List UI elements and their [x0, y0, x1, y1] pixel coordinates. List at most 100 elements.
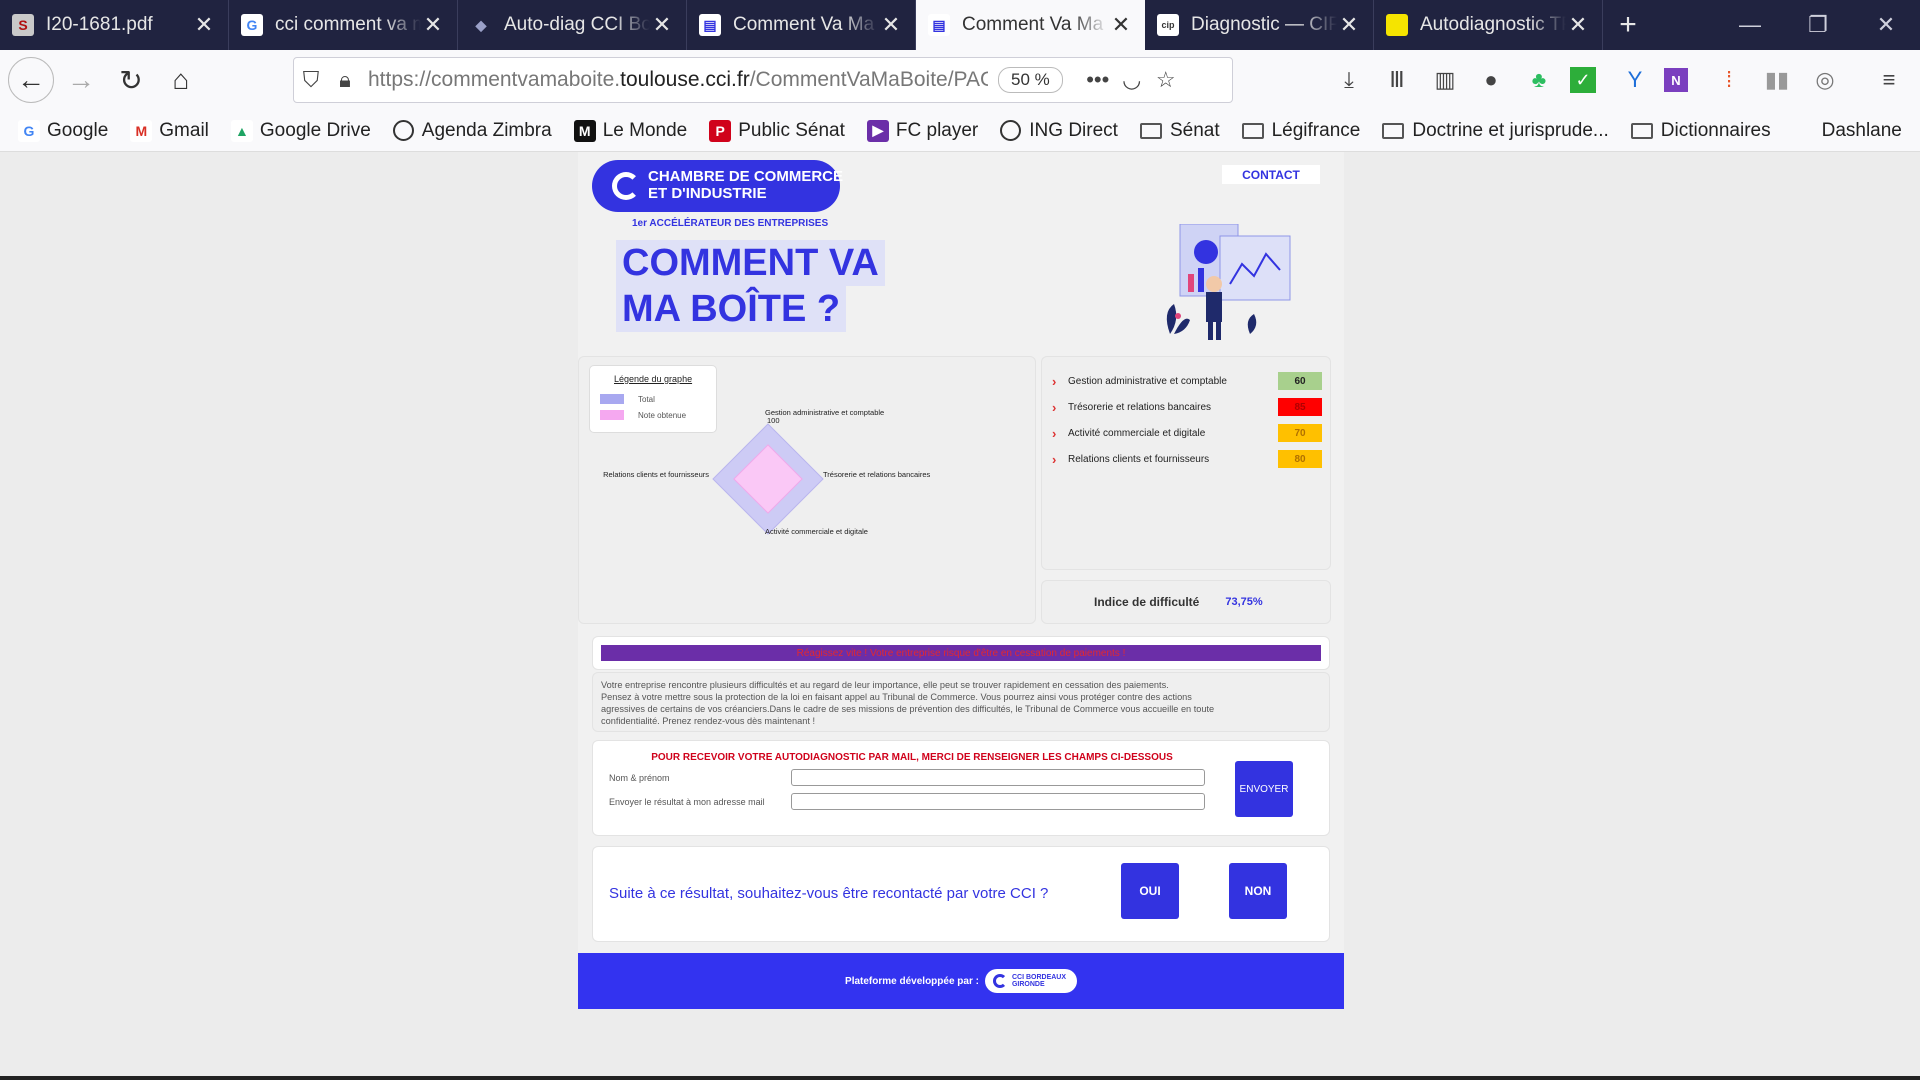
window-bottom-border — [0, 1076, 1920, 1080]
publicsenat-icon: P — [709, 119, 732, 142]
bookmark-item[interactable]: ▲ Google Drive — [230, 119, 371, 142]
tab-bar: SI20-1681.pdf✕Gcci comment va ma boîte✕◆… — [0, 0, 1920, 50]
menu-icon[interactable]: ≡ — [1872, 63, 1906, 97]
bookmark-item[interactable]: Agenda Zimbra — [392, 120, 552, 142]
email-form-card: POUR RECEVOIR VOTRE AUTODIAGNOSTIC PAR M… — [592, 740, 1330, 836]
back-button[interactable]: ← — [8, 57, 54, 103]
extension-icon[interactable]: ◎ — [1808, 63, 1842, 97]
forward-button[interactable]: → — [58, 57, 104, 103]
cci-logo[interactable]: CHAMBRE DE COMMERCE ET D'INDUSTRIE 1er A… — [592, 160, 843, 232]
bookmark-item[interactable]: Légifrance — [1241, 120, 1360, 142]
name-input[interactable] — [791, 769, 1205, 786]
no-button[interactable]: NON — [1229, 863, 1287, 919]
bookmark-label: FC player — [895, 119, 979, 141]
footer-logo-line1: CCI BORDEAUX — [1011, 974, 1067, 981]
url-bar[interactable]: ⛉ 🔒︎ https://commentvamaboite.toulouse.c… — [293, 57, 1233, 103]
shield-icon[interactable]: ⛉ — [294, 67, 328, 93]
lock-icon[interactable]: 🔒︎ — [328, 67, 362, 93]
bookmark-item[interactable]: ING Direct — [1000, 120, 1118, 142]
more-actions-icon[interactable]: ••• — [1081, 67, 1115, 93]
tab-3[interactable]: ▤ Comment Va Ma Boîte✕ — [687, 0, 916, 50]
minimize-icon[interactable]: — — [1716, 0, 1784, 50]
home-button[interactable]: ⌂ — [158, 57, 204, 103]
footer-logo-line2: GIRONDE — [1011, 981, 1045, 988]
tab-strip: SI20-1681.pdf✕Gcci comment va ma boîte✕◆… — [0, 0, 1603, 50]
y-extension-icon[interactable]: Y — [1618, 63, 1652, 97]
pocket-icon[interactable]: ◡ — [1115, 67, 1149, 93]
tab-5[interactable]: cip Diagnostic — CIP ✕ — [1145, 0, 1374, 50]
bookmark-item[interactable]: Doctrine et jurisprude... — [1382, 120, 1609, 142]
globe-icon — [392, 120, 414, 141]
fcplayer-icon: ▶ — [866, 119, 889, 142]
globe-icon — [1000, 120, 1022, 141]
url-text[interactable]: https://commentvamaboite.toulouse.cci.fr… — [368, 68, 988, 92]
tab-4[interactable]: ▤ Comment Va Ma Boîte✕ — [916, 0, 1145, 50]
tab-close-icon[interactable]: ✕ — [1109, 12, 1133, 38]
axis-label-tresorerie: Trésorerie et relations bancaires — [823, 470, 931, 479]
zoom-level[interactable]: 50 % — [998, 67, 1063, 93]
tab-close-icon[interactable]: ✕ — [421, 12, 445, 38]
tab-0[interactable]: S I20-1681.pdf ✕ — [0, 0, 229, 50]
tab-close-icon[interactable]: ✕ — [1337, 12, 1361, 38]
new-tab-button[interactable]: + — [1603, 0, 1653, 50]
logo-tagline: 1er ACCÉLÉRATEUR DES ENTREPRISES — [632, 218, 829, 229]
bookmark-star-icon[interactable]: ☆ — [1149, 67, 1183, 93]
reload-button[interactable]: ↻ — [108, 57, 154, 103]
dashboard-illustration — [1166, 224, 1291, 340]
score-row: › Gestion administrative et comptable 60 — [1052, 369, 1322, 393]
download-icon[interactable]: ⤓ — [1332, 63, 1366, 97]
tab-title: I20-1681.pdf — [46, 14, 153, 35]
bookmark-item[interactable]: M Gmail — [130, 119, 209, 142]
dashlane-icon — [1792, 119, 1815, 142]
tab-2[interactable]: ◆ Auto-diag CCI Bordeaux✕ — [458, 0, 687, 50]
drive-icon: ▲ — [230, 119, 253, 142]
score-label: Activité commerciale et digitale — [1068, 427, 1206, 439]
message-card: Votre entreprise rencontre plusieurs dif… — [592, 672, 1330, 732]
score-row: › Trésorerie et relations bancaires 85 — [1052, 395, 1322, 419]
chevron-right-icon: › — [1052, 399, 1057, 415]
cci-c-icon — [992, 974, 1007, 988]
bookmark-item[interactable]: P Public Sénat — [709, 119, 845, 142]
tab-favicon-icon: G — [241, 14, 263, 36]
sidebar-icon[interactable]: ▥ — [1428, 63, 1462, 97]
tab-close-icon[interactable]: ✕ — [879, 12, 903, 38]
tab-close-icon[interactable]: ✕ — [1566, 12, 1590, 38]
bookmark-item[interactable]: M Le Monde — [573, 119, 687, 142]
cci-bordeaux-logo[interactable]: CCI BORDEAUX GIRONDE — [984, 969, 1077, 993]
library-icon[interactable]: Ⅲ — [1380, 63, 1414, 97]
axis-label-gestion: Gestion administrative et comptable — [765, 408, 884, 417]
folder-icon — [1241, 122, 1264, 139]
bookmark-item[interactable]: Sénat — [1139, 120, 1220, 142]
tab-close-icon[interactable]: ✕ — [650, 12, 674, 38]
tab-favicon-icon: S — [12, 14, 34, 36]
yes-button[interactable]: OUI — [1121, 863, 1179, 919]
message-line: Votre entreprise rencontre plusieurs dif… — [601, 680, 1169, 690]
send-button[interactable]: ENVOYER — [1235, 761, 1293, 817]
page-title: COMMENT VA MA BOÎTE ? — [616, 240, 885, 332]
tab-favicon-icon — [1386, 14, 1408, 36]
tab-1[interactable]: Gcci comment va ma boîte✕ — [229, 0, 458, 50]
account-icon[interactable]: ● — [1474, 63, 1508, 97]
bookmark-item[interactable]: Dictionnaires — [1630, 120, 1771, 142]
close-window-icon[interactable]: ✕ — [1852, 0, 1920, 50]
folder-icon — [1139, 122, 1162, 139]
onenote-icon[interactable]: N — [1664, 68, 1688, 92]
bookmark-item[interactable]: Dashlane — [1792, 119, 1902, 142]
tab-6[interactable]: Autodiagnostic TPE✕ — [1374, 0, 1603, 50]
score-label: Gestion administrative et comptable — [1068, 375, 1227, 387]
evernote-icon[interactable]: ♣ — [1522, 63, 1556, 97]
restore-icon[interactable]: ❐ — [1784, 0, 1852, 50]
checkmark-extension-icon[interactable]: ✓ — [1570, 67, 1596, 93]
bookmark-item[interactable]: G Google — [18, 119, 108, 142]
score-row: › Relations clients et fournisseurs 80 — [1052, 447, 1322, 471]
reader-icon[interactable]: ▮▮ — [1760, 63, 1794, 97]
orange-extension-icon[interactable]: ⁞ — [1712, 63, 1746, 97]
score-value-badge: 80 — [1278, 450, 1322, 468]
contact-link[interactable]: CONTACT — [1222, 165, 1320, 184]
tab-close-icon[interactable]: ✕ — [192, 12, 216, 38]
email-input[interactable] — [791, 793, 1205, 810]
chevron-right-icon: › — [1052, 451, 1057, 467]
bookmark-item[interactable]: ▶ FC player — [866, 119, 979, 142]
lemonde-icon: M — [573, 119, 596, 142]
folder-icon — [1630, 122, 1653, 139]
